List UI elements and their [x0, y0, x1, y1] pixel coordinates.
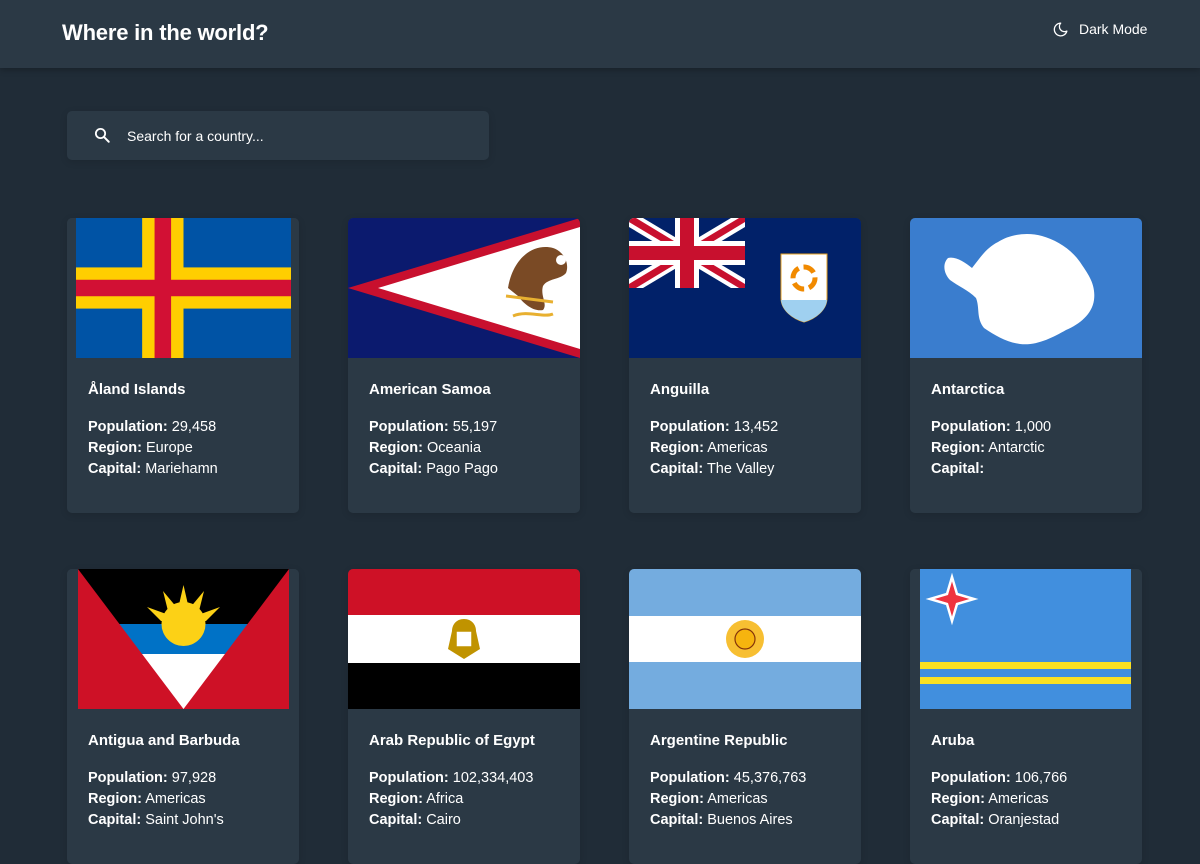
american-samoa-flag: [348, 218, 580, 358]
country-card[interactable]: Antarctica Population: 1,000 Region: Ant…: [910, 218, 1142, 513]
population-stat: Population: 45,376,763: [650, 770, 807, 786]
capital-stat: Capital: Buenos Aires: [650, 812, 793, 828]
search-input[interactable]: [127, 111, 467, 160]
population-stat: Population: 13,452: [650, 419, 779, 435]
region-stat: Region: Americas: [650, 791, 768, 807]
region-stat: Region: Americas: [88, 791, 206, 807]
country-name: American Samoa: [369, 381, 491, 398]
country-name: Antarctica: [931, 381, 1005, 398]
region-stat: Region: Antarctic: [931, 440, 1045, 456]
country-card[interactable]: American Samoa Population: 55,197 Region…: [348, 218, 580, 513]
dark-mode-toggle[interactable]: Dark Mode: [1052, 19, 1147, 39]
population-stat: Population: 106,766: [931, 770, 1068, 786]
country-card[interactable]: Anguilla Population: 13,452 Region: Amer…: [629, 218, 861, 513]
country-name: Anguilla: [650, 381, 710, 398]
capital-stat: Capital: Saint John's: [88, 812, 224, 828]
egypt-flag: [348, 569, 580, 709]
antarctica-flag: [910, 218, 1142, 358]
region-stat: Region: Europe: [88, 440, 193, 456]
country-name: Antigua and Barbuda: [88, 732, 240, 749]
population-stat: Population: 29,458: [88, 419, 217, 435]
population-stat: Population: 55,197: [369, 419, 498, 435]
capital-stat: Capital: The Valley: [650, 461, 775, 477]
country-card[interactable]: Arab Republic of Egypt Population: 102,3…: [348, 569, 580, 864]
region-stat: Region: Americas: [931, 791, 1049, 807]
country-card[interactable]: Antigua and Barbuda Population: 97,928 R…: [67, 569, 299, 864]
search-icon: [93, 126, 111, 144]
population-stat: Population: 1,000: [931, 419, 1052, 435]
app-header: Where in the world? Dark Mode: [0, 0, 1200, 68]
population-stat: Population: 102,334,403: [369, 770, 534, 786]
argentina-flag: [629, 569, 861, 709]
population-stat: Population: 97,928: [88, 770, 217, 786]
country-card[interactable]: Argentine Republic Population: 45,376,76…: [629, 569, 861, 864]
country-name: Åland Islands: [88, 381, 186, 398]
region-stat: Region: Oceania: [369, 440, 482, 456]
capital-stat: Capital:: [931, 461, 985, 477]
country-name: Aruba: [931, 732, 975, 749]
country-name: Arab Republic of Egypt: [369, 732, 535, 749]
country-name: Argentine Republic: [650, 732, 788, 749]
region-stat: Region: Africa: [369, 791, 464, 807]
aland-flag: [67, 218, 299, 358]
region-stat: Region: Americas: [650, 440, 768, 456]
moon-icon: [1052, 21, 1069, 38]
capital-stat: Capital: Mariehamn: [88, 461, 218, 477]
dark-mode-label: Dark Mode: [1079, 21, 1148, 37]
country-card[interactable]: Aruba Population: 106,766 Region: Americ…: [910, 569, 1142, 864]
aruba-flag: [910, 569, 1142, 709]
anguilla-flag: [629, 218, 861, 358]
capital-stat: Capital: Oranjestad: [931, 812, 1060, 828]
country-card[interactable]: Åland Islands Population: 29,458 Region:…: [67, 218, 299, 513]
capital-stat: Capital: Cairo: [369, 812, 461, 828]
capital-stat: Capital: Pago Pago: [369, 461, 498, 477]
app-title: Where in the world?: [62, 20, 269, 45]
search-bar: [67, 111, 489, 160]
antigua-barbuda-flag: [67, 569, 299, 709]
